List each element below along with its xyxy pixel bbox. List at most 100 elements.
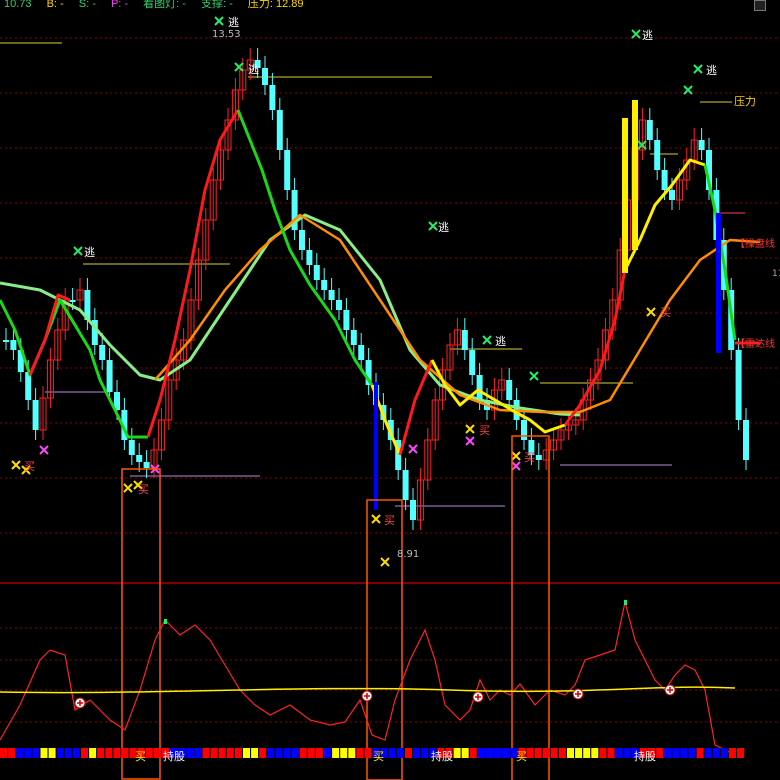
candle-body (350, 330, 357, 345)
x-mark-icon (408, 444, 418, 454)
oscillator-peak (624, 600, 627, 605)
candle-body (106, 360, 113, 392)
highlight-box (366, 499, 403, 780)
volume-columns (374, 100, 721, 510)
indicator-header: 10.73 B: - S: - P: - 看图灯: - 支撑: - 压力: 12… (4, 0, 315, 11)
status-cell (0, 748, 7, 758)
x-mark-icon (380, 557, 390, 567)
pressure-label: 压力 (734, 95, 756, 108)
candle-body (128, 440, 135, 455)
status-cell (64, 748, 72, 758)
status-cell (315, 748, 323, 758)
status-cell (72, 748, 80, 758)
candle-body (136, 455, 143, 462)
status-cell (720, 748, 728, 758)
up-trend-line (398, 359, 434, 456)
buy-label: 买 (524, 451, 535, 464)
status-cell (251, 748, 259, 758)
candle-body (646, 120, 653, 140)
candle-body (32, 400, 39, 430)
candle-body (343, 310, 350, 330)
candle-body (402, 470, 409, 500)
status-cell (243, 748, 250, 758)
candle-body (313, 265, 320, 280)
highlight-boxes (121, 435, 550, 780)
x-mark-icon (73, 246, 83, 256)
x-mark-icon (123, 483, 133, 493)
radar-line-label: 【雷达线 (735, 337, 775, 350)
candle-body (743, 420, 749, 460)
x-mark-icon (39, 445, 49, 455)
status-cell (259, 748, 267, 758)
low-mark: 8.91 (397, 549, 419, 560)
status-cell (623, 748, 631, 758)
header-p: P: - (110, 0, 129, 10)
buy-label: 买 (384, 514, 395, 527)
status-cell (324, 748, 331, 758)
candle-body (476, 375, 483, 400)
highlight-box (511, 435, 550, 780)
x-mark-icon (511, 461, 521, 471)
status-cell (388, 748, 396, 758)
status-cell (550, 748, 558, 758)
escape-label: 逃 (642, 29, 653, 42)
candle-body (654, 140, 661, 170)
status-cell (688, 748, 696, 758)
status-cell (267, 748, 275, 758)
x-mark-icon (683, 85, 693, 95)
status-cell (615, 748, 623, 758)
highlight-box (121, 468, 161, 780)
status-cell (680, 748, 688, 758)
status-cell (121, 748, 129, 758)
x-mark-icon (371, 514, 381, 524)
candle-body (99, 345, 106, 360)
x-mark-icon (428, 221, 438, 231)
status-cell (81, 748, 88, 758)
candle-body (306, 250, 313, 265)
header-b: B: - (46, 0, 64, 10)
up-trend-line (563, 269, 627, 426)
x-mark-icon (214, 16, 224, 26)
candle-body (506, 380, 513, 400)
status-cell (153, 748, 161, 758)
signal-markers (11, 16, 703, 567)
status-cell (421, 748, 429, 758)
status-cell (105, 748, 113, 758)
status-cell (534, 748, 542, 758)
status-cell (32, 748, 40, 758)
status-cell (502, 748, 510, 758)
status-cell (364, 748, 372, 758)
candle-body (461, 330, 468, 350)
status-cell (729, 748, 736, 758)
status-cell (113, 748, 121, 758)
buy-label: 买 (373, 750, 384, 763)
buy-label: 买 (24, 460, 35, 473)
status-cell (89, 748, 97, 758)
buy-label: 买 (138, 483, 149, 496)
status-cell (299, 748, 307, 758)
status-cell (413, 748, 421, 758)
candle-body (321, 280, 328, 290)
x-mark-icon (482, 335, 492, 345)
up-trend-line (146, 109, 240, 438)
buy-label: 买 (479, 424, 490, 437)
panel-toggle-button[interactable] (754, 0, 766, 11)
status-cell (575, 748, 583, 758)
status-cell (234, 748, 242, 758)
x-mark-icon (529, 371, 539, 381)
status-cell (494, 748, 502, 758)
status-cell (542, 748, 550, 758)
status-cell (599, 748, 607, 758)
status-cell (283, 748, 291, 758)
stock-chart-canvas[interactable]: 逃逃逃逃逃逃逃压力【操盘线【雷达线1113.538.91买买买买买买持股持股持股… (0, 0, 780, 780)
candle-body (661, 170, 668, 190)
buy-label: 买 (516, 750, 527, 763)
status-cell (145, 748, 153, 758)
status-cell (737, 748, 745, 758)
status-cell (664, 748, 672, 758)
status-cell (348, 748, 356, 758)
escape-label: 逃 (84, 246, 95, 259)
status-cell (672, 748, 680, 758)
status-cell (583, 748, 591, 758)
status-cell (591, 748, 599, 758)
